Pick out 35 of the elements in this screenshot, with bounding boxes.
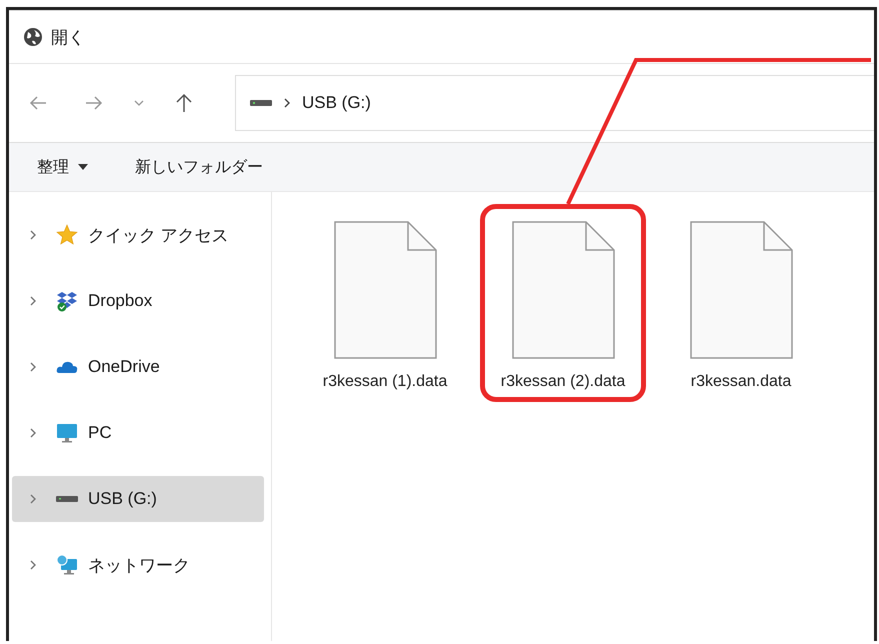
organize-menu[interactable]: 整理 xyxy=(27,152,99,182)
address-bar[interactable]: USB (G:) xyxy=(235,75,874,131)
document-icon xyxy=(512,221,614,359)
file-name: r3kessan.data xyxy=(690,373,792,391)
sidebar-item[interactable]: PC xyxy=(12,410,264,456)
sidebar-item[interactable]: クイック アクセス xyxy=(12,212,264,258)
sidebar-item[interactable]: ネットワーク xyxy=(12,542,264,588)
file-item[interactable]: r3kessan.data xyxy=(658,204,824,402)
address-text: USB (G:) xyxy=(302,93,371,113)
sidebar-item[interactable]: Dropbox xyxy=(12,278,264,324)
breadcrumb-separator-icon xyxy=(282,97,292,109)
chevron-right-icon[interactable] xyxy=(28,229,38,241)
globe-icon xyxy=(23,27,43,47)
sidebar-item[interactable]: USB (G:) xyxy=(12,476,264,522)
file-name: r3kessan (2).data xyxy=(500,373,626,391)
chevron-right-icon[interactable] xyxy=(28,493,38,505)
sidebar-item[interactable]: OneDrive xyxy=(12,344,264,390)
drive-icon xyxy=(56,496,78,502)
network-icon xyxy=(56,554,78,576)
monitor-icon xyxy=(56,422,78,444)
document-icon xyxy=(690,221,792,359)
file-item[interactable]: r3kessan (2).data xyxy=(480,204,646,402)
chevron-right-icon[interactable] xyxy=(28,427,38,439)
file-name: r3kessan (1).data xyxy=(322,373,448,391)
star-icon xyxy=(56,224,78,246)
drive-icon xyxy=(250,99,272,107)
dropbox-icon xyxy=(56,290,78,312)
file-item[interactable]: r3kessan (1).data xyxy=(302,204,468,402)
chevron-right-icon[interactable] xyxy=(28,361,38,373)
document-icon xyxy=(334,221,436,359)
chevron-right-icon[interactable] xyxy=(28,559,38,571)
chevron-right-icon[interactable] xyxy=(28,295,38,307)
window-title: 開く xyxy=(51,26,85,48)
caret-icon xyxy=(77,163,89,171)
new-folder-button[interactable]: 新しいフォルダー xyxy=(125,152,273,182)
